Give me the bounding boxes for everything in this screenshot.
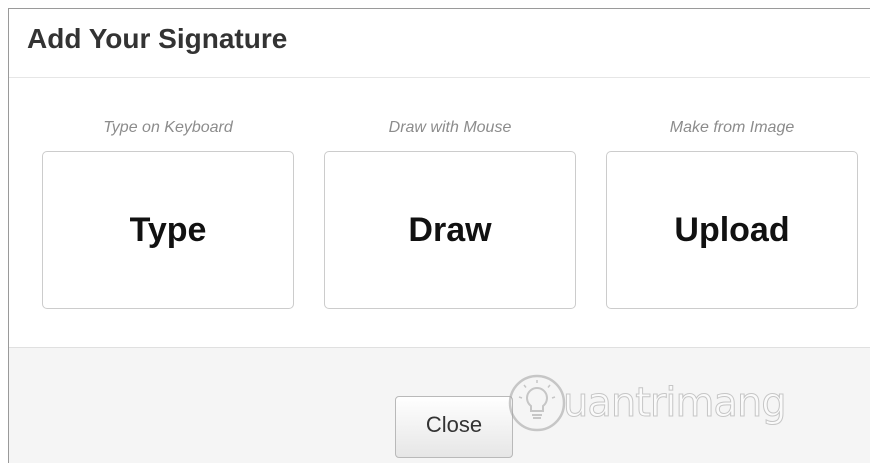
watermark: uantrimang xyxy=(505,368,788,438)
dialog-footer: Close uantrimang xyxy=(9,347,870,463)
draw-signature-button[interactable]: Draw xyxy=(324,151,576,309)
option-upload-caption: Make from Image xyxy=(669,119,795,136)
type-signature-button[interactable]: Type xyxy=(42,151,294,309)
dialog-body: Type on Keyboard Type Draw with Mouse Dr… xyxy=(9,78,870,347)
dialog-header: Add Your Signature xyxy=(9,9,870,78)
watermark-text: uantrimang xyxy=(563,380,788,427)
draw-signature-label: Draw xyxy=(408,210,492,249)
signature-dialog: Add Your Signature Type on Keyboard Type… xyxy=(8,8,870,463)
close-button[interactable]: Close xyxy=(395,396,513,458)
lightbulb-icon xyxy=(508,374,566,432)
dialog-title: Add Your Signature xyxy=(27,23,288,54)
option-draw-caption: Draw with Mouse xyxy=(388,119,512,136)
option-type-caption: Type on Keyboard xyxy=(103,119,233,136)
upload-signature-button[interactable]: Upload xyxy=(606,151,858,309)
upload-signature-label: Upload xyxy=(674,210,790,249)
type-signature-label: Type xyxy=(129,210,207,249)
